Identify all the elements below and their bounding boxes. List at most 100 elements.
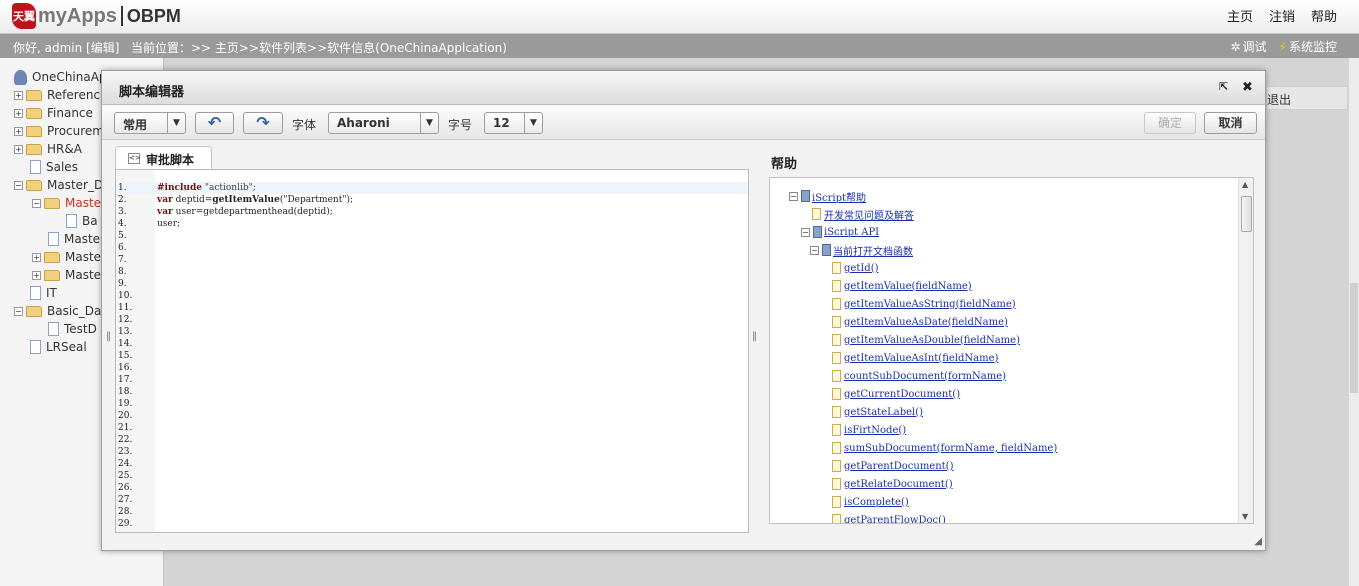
code-line[interactable]: 2. var deptid=getItemValue("Department"); <box>116 194 748 206</box>
tree-item[interactable]: − Master_D <box>14 176 103 194</box>
code-line[interactable]: 28. <box>116 506 748 518</box>
help-function-link[interactable]: isFirtNode() <box>844 425 906 436</box>
collapse-icon[interactable]: − <box>14 306 23 316</box>
center-splitter-handle[interactable]: ‖ <box>752 331 757 342</box>
help-scrollbar[interactable]: ▲ ▼ <box>1238 178 1253 523</box>
help-node-current-doc[interactable]: − 当前打开文档函数 <box>810 242 913 258</box>
code-line[interactable]: 15. <box>116 350 748 362</box>
tree-item[interactable]: + Finance <box>14 104 93 122</box>
help-function-item[interactable]: getId() <box>832 260 879 276</box>
left-splitter-handle[interactable]: ‖ <box>106 331 111 342</box>
help-link[interactable]: 开发常见问题及解答 <box>824 207 914 222</box>
scroll-up-icon[interactable]: ▲ <box>1242 180 1248 189</box>
font-select[interactable]: Aharoni ▼ <box>328 112 439 134</box>
help-function-link[interactable]: getItemValueAsDate(fieldName) <box>844 317 1008 328</box>
code-line[interactable]: 3. var user=getdepartmenthead(deptid); <box>116 206 748 218</box>
help-node-api[interactable]: − iScript API <box>801 224 879 240</box>
debug-link[interactable]: ✲ 调试 <box>1230 38 1266 55</box>
help-node-iscript[interactable]: − iScript帮助 <box>789 188 866 204</box>
code-line[interactable]: 6. <box>116 242 748 254</box>
help-function-link[interactable]: getItemValueAsString(fieldName) <box>844 299 1016 310</box>
help-function-link[interactable]: getStateLabel() <box>844 407 923 418</box>
exit-button[interactable]: 退出 <box>1267 93 1291 107</box>
help-node-faq[interactable]: 开发常见问题及解答 <box>812 206 914 222</box>
help-function-item[interactable]: getParentFlowDoc() <box>832 512 946 523</box>
help-function-item[interactable]: countSubDocument(formName) <box>832 368 1006 384</box>
code-line[interactable]: 4. user; <box>116 218 748 230</box>
help-function-link[interactable]: getItemValue(fieldName) <box>844 281 972 292</box>
expand-icon[interactable]: + <box>14 108 23 118</box>
code-line[interactable]: 10. <box>116 290 748 302</box>
code-line[interactable]: 8. <box>116 266 748 278</box>
tree-item[interactable]: IT <box>30 284 57 302</box>
collapse-icon[interactable]: − <box>32 198 41 208</box>
code-line[interactable]: 7. <box>116 254 748 266</box>
help-function-link[interactable]: getItemValueAsInt(fieldName) <box>844 353 998 364</box>
collapse-icon[interactable]: − <box>14 180 23 190</box>
ok-button[interactable]: 确定 <box>1144 112 1196 134</box>
collapse-icon[interactable]: − <box>789 191 798 201</box>
code-line[interactable]: 11. <box>116 302 748 314</box>
close-icon[interactable]: ✖ <box>1242 80 1253 95</box>
tree-item[interactable]: Sales <box>30 158 78 176</box>
code-line[interactable]: 14. <box>116 338 748 350</box>
tree-item[interactable]: − Basic_Da <box>14 302 101 320</box>
logout-link[interactable]: 注销 <box>1269 6 1295 25</box>
undo-button[interactable]: ↶ <box>195 112 234 134</box>
help-function-item[interactable]: getStateLabel() <box>832 404 923 420</box>
code-line[interactable]: 16. <box>116 362 748 374</box>
code-line[interactable]: 12. <box>116 314 748 326</box>
help-function-item[interactable]: getCurrentDocument() <box>832 386 960 402</box>
expand-icon[interactable]: + <box>14 90 23 100</box>
dialog-titlebar[interactable]: 脚本编辑器 ⇱ ✖ <box>102 71 1265 105</box>
code-line[interactable]: 26. <box>116 482 748 494</box>
help-function-item[interactable]: sumSubDocument(formName, fieldName) <box>832 440 1057 456</box>
monitor-link[interactable]: ⚡ 系统监控 <box>1279 38 1337 55</box>
expand-icon[interactable]: + <box>32 270 41 280</box>
help-function-link[interactable]: getParentDocument() <box>844 461 953 472</box>
common-select[interactable]: 常用 ▼ <box>114 112 186 134</box>
scroll-down-icon[interactable]: ▼ <box>1242 512 1248 521</box>
help-function-item[interactable]: isComplete() <box>832 494 909 510</box>
tree-item[interactable]: LRSeal <box>30 338 87 356</box>
help-function-link[interactable]: sumSubDocument(formName, fieldName) <box>844 443 1057 454</box>
code-line[interactable]: 1. #include "actionlib"; <box>116 182 748 194</box>
resize-grip-icon[interactable]: ◢ <box>1254 536 1262 547</box>
tree-item-selected[interactable]: − Maste <box>32 194 101 212</box>
tree-item[interactable]: + Referenc <box>14 86 100 104</box>
expand-icon[interactable]: + <box>32 252 41 262</box>
expand-icon[interactable]: + <box>14 126 23 136</box>
collapse-icon[interactable]: − <box>801 227 810 237</box>
help-function-link[interactable]: getRelateDocument() <box>844 479 953 490</box>
greeting[interactable]: 你好, admin [编辑] <box>13 39 119 56</box>
code-line[interactable]: 29. <box>116 518 748 530</box>
help-function-item[interactable]: getItemValueAsInt(fieldName) <box>832 350 998 366</box>
code-line[interactable]: 19. <box>116 398 748 410</box>
code-line[interactable]: 27. <box>116 494 748 506</box>
code-line[interactable]: 20. <box>116 410 748 422</box>
code-line[interactable]: 24. <box>116 458 748 470</box>
help-function-link[interactable]: getCurrentDocument() <box>844 389 960 400</box>
redo-button[interactable]: ↷ <box>243 112 283 134</box>
help-scrollbar-thumb[interactable] <box>1241 196 1252 232</box>
tree-item[interactable]: + HR&A <box>14 140 82 158</box>
help-function-link[interactable]: getItemValueAsDouble(fieldName) <box>844 335 1020 346</box>
help-function-item[interactable]: getRelateDocument() <box>832 476 953 492</box>
help-link[interactable]: 帮助 <box>1311 6 1337 25</box>
tab-approval-script[interactable]: <> 审批脚本 <box>115 146 212 170</box>
code-line[interactable]: 21. <box>116 422 748 434</box>
help-function-item[interactable]: getItemValue(fieldName) <box>832 278 972 294</box>
tree-item[interactable]: + Maste <box>32 248 101 266</box>
help-function-item[interactable]: getItemValueAsDate(fieldName) <box>832 314 1008 330</box>
tree-item[interactable]: + Maste <box>32 266 101 284</box>
code-line[interactable]: 25. <box>116 470 748 482</box>
help-function-item[interactable]: getParentDocument() <box>832 458 953 474</box>
help-function-item[interactable]: isFirtNode() <box>832 422 906 438</box>
code-line[interactable]: 9. <box>116 278 748 290</box>
tree-item[interactable]: + Procurem <box>14 122 104 140</box>
tree-item[interactable]: Ba <box>66 212 98 230</box>
help-link[interactable]: 当前打开文档函数 <box>833 243 913 258</box>
collapse-icon[interactable]: − <box>810 245 819 255</box>
code-line[interactable]: 17. <box>116 374 748 386</box>
home-link[interactable]: 主页 <box>1227 6 1253 25</box>
